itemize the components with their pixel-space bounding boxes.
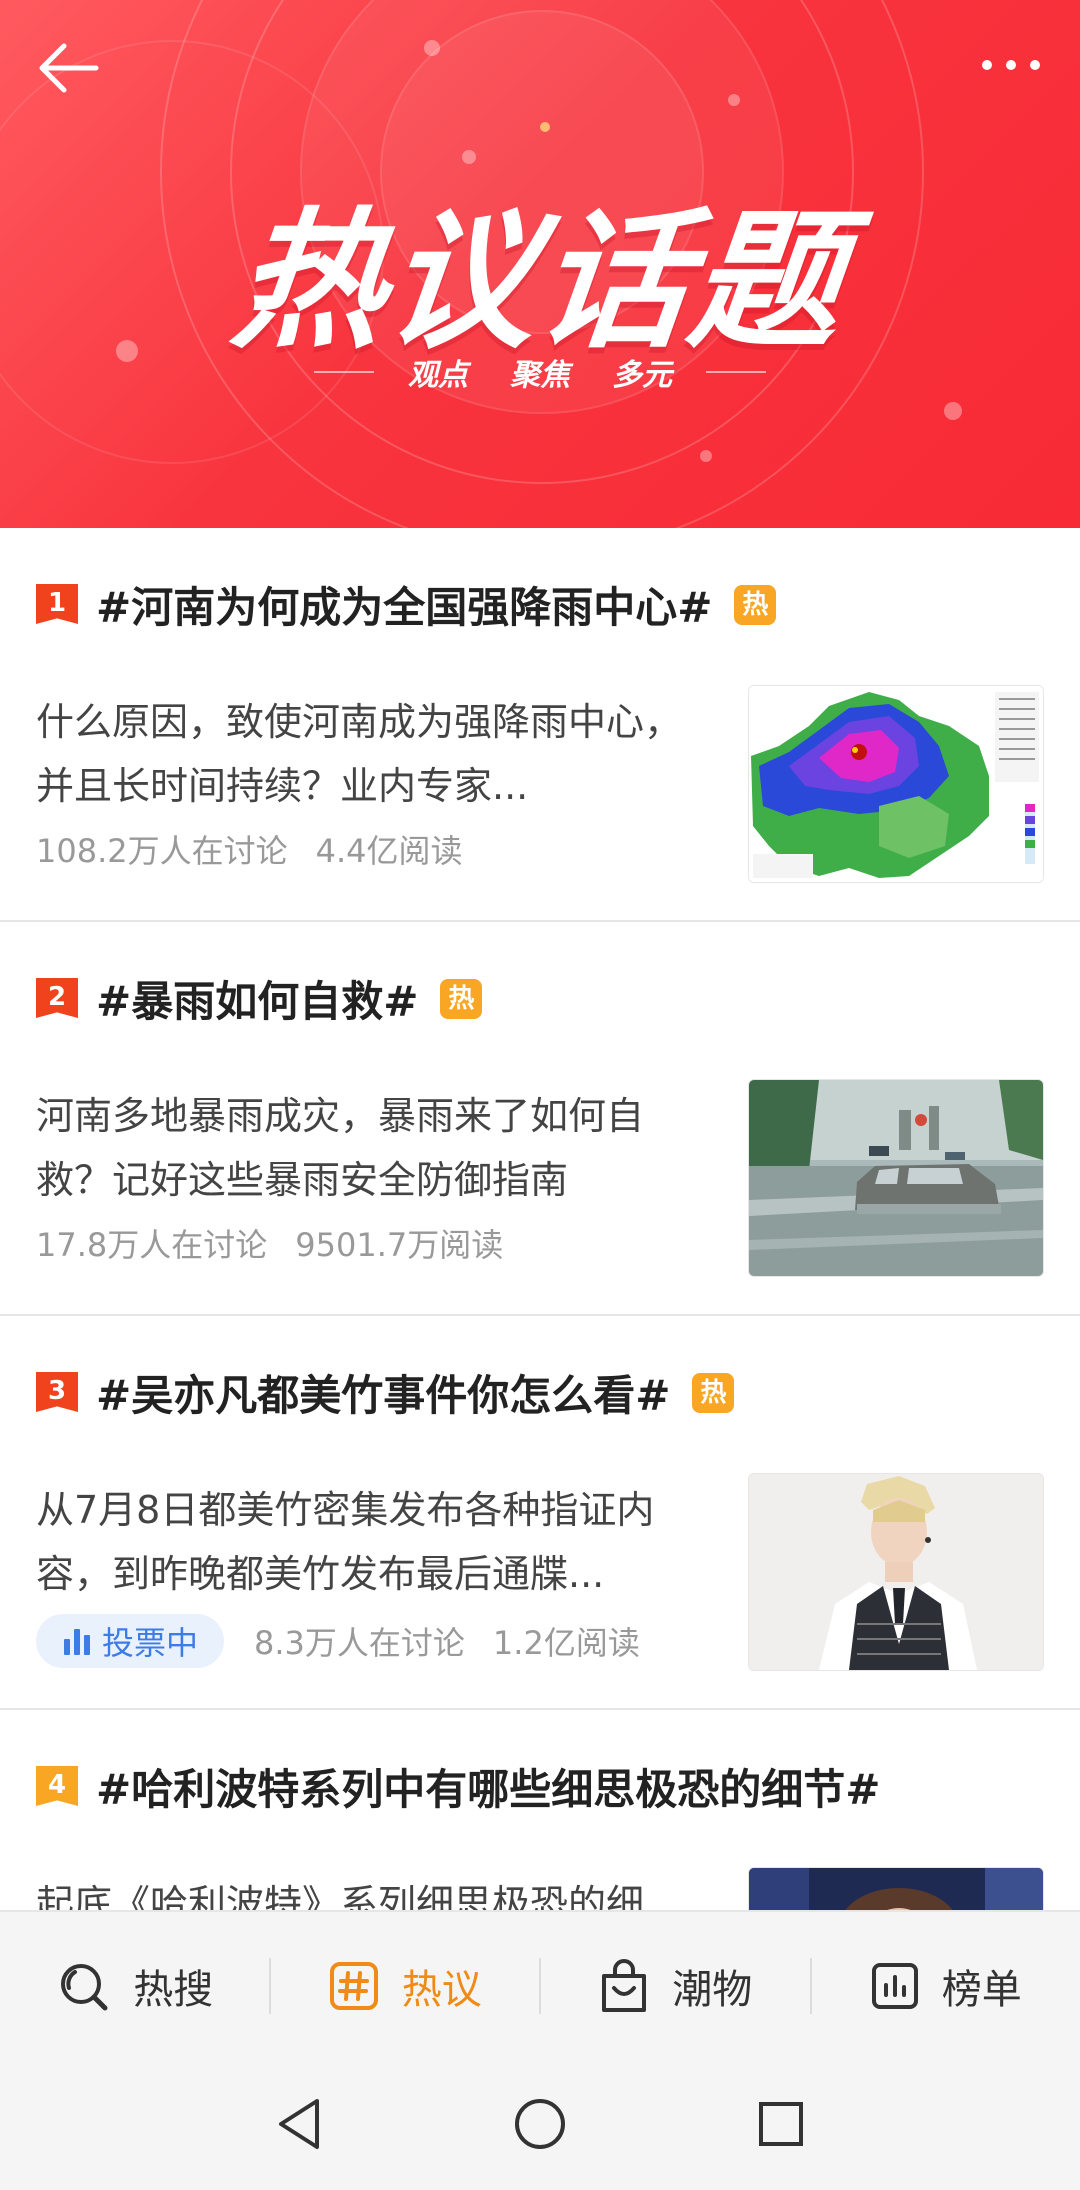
rank-badge: 2 [36,978,78,1018]
topic-stats: 17.8万人在讨论 9501.7万阅读 [36,1220,503,1266]
topic-description: 什么原因，致使河南成为强降雨中心，并且长时间持续？业内专家... [36,700,683,808]
back-button[interactable] [34,38,104,98]
topic-title-text: #河南为何成为全国强降雨中心# [96,583,713,632]
chart-icon [871,1963,918,2009]
flooded-street-image [749,1080,1043,1276]
topic-stats: 投票中 8.3万人在讨论 1.2亿阅读 [36,1614,640,1668]
hot-badge: 热 [440,978,483,1019]
topic-title[interactable]: #哈利波特系列中有哪些细思极恐的细节# [96,1756,880,1817]
vote-status-label: 投票中 [102,1624,199,1662]
read-count: 9501.7万阅读 [295,1226,504,1264]
tab-label: 潮物 [672,1967,753,2013]
banner-dot [424,40,440,56]
rainfall-map-thumbnail[interactable] [748,685,1044,883]
discuss-count: 108.2万人在讨论 [36,832,288,870]
topic-description: 河南多地暴雨成灾，暴雨来了如何自救？记好这些暴雨安全防御指南 [36,1094,645,1202]
topic-title-text: #哈利波特系列中有哪些细思极恐的细节# [96,1765,881,1814]
back-arrow-icon [39,43,99,93]
subtitle-word: 聚焦 [510,358,570,393]
person-portrait-image [749,1474,1043,1670]
more-dot-icon [1006,60,1016,70]
topic-item[interactable]: 1 #河南为何成为全国强降雨中心# 热 什么原因，致使河南成为强降雨中心，并且长… [0,528,1080,922]
topic-stats: 108.2万人在讨论 4.4亿阅读 [36,826,463,872]
rank-badge: 1 [36,584,78,624]
shopping-bag-icon [602,1959,647,2012]
topic-title[interactable]: #河南为何成为全国强降雨中心# 热 [96,574,777,635]
subtitle-word: 观点 [408,358,468,393]
banner-dot [700,450,712,462]
hot-search-icon [61,1964,108,2011]
tab-label: 榜单 [941,1967,1022,2013]
flooded-street-thumbnail[interactable] [748,1079,1044,1277]
read-count: 4.4亿阅读 [315,832,463,870]
hot-badge: 热 [734,584,777,625]
topic-description: 从7月8日都美竹密集发布各种指证内容，到昨晚都美竹发布最后通牒... [36,1488,655,1596]
system-recents-icon[interactable] [757,2100,805,2148]
subtitle-divider [706,371,766,373]
banner-dot [728,94,740,106]
topic-title[interactable]: #吴亦凡都美竹事件你怎么看# 热 [96,1362,735,1423]
topic-title-text: #暴雨如何自救# [96,977,419,1026]
system-back-icon[interactable] [275,2097,323,2151]
topic-item[interactable]: 3 #吴亦凡都美竹事件你怎么看# 热 从7月8日都美竹密集发布各种指证内容，到昨… [0,1316,1080,1710]
banner-dot [540,122,550,132]
topic-item[interactable]: 2 #暴雨如何自救# 热 河南多地暴雨成灾，暴雨来了如何自救？记好这些暴雨安全防… [0,922,1080,1316]
page-title: 热议话题 [225,195,852,369]
bottom-tab-bar: 热搜 热议 潮物 榜单 [0,1910,1080,2060]
person-portrait-thumbnail[interactable] [748,1473,1044,1671]
more-dot-icon [1030,60,1040,70]
subtitle-divider [314,371,374,373]
banner-subtitle: 观点 聚焦 多元 [0,352,1080,393]
header-banner: 热议话题 观点 聚焦 多元 [0,0,1080,528]
tab-rankings[interactable]: 榜单 [812,1957,1080,2015]
banner-dot [944,402,962,420]
subtitle-word: 多元 [612,358,672,393]
system-home-icon[interactable] [513,2097,567,2151]
topic-list: 1 #河南为何成为全国强降雨中心# 热 什么原因，致使河南成为强降雨中心，并且长… [0,528,1080,2102]
vote-status-badge[interactable]: 投票中 [36,1614,225,1668]
tab-hot-search[interactable]: 热搜 [0,1957,269,2015]
discuss-count: 17.8万人在讨论 [36,1226,268,1264]
system-navigation-bar [0,2058,1080,2190]
topic-title-text: #吴亦凡都美竹事件你怎么看# [96,1371,671,1420]
hot-badge: 热 [692,1372,735,1413]
discuss-count: 8.3万人在讨论 [254,1624,465,1662]
more-options-button[interactable] [976,48,1046,82]
tab-hot-topics[interactable]: 热议 [271,1957,540,2015]
more-dot-icon [982,60,992,70]
tab-trendy-goods[interactable]: 潮物 [541,1957,810,2015]
rainfall-map-image [749,686,1043,882]
tab-label: 热议 [401,1967,482,2013]
tab-label: 热搜 [133,1967,214,2013]
read-count: 1.2亿阅读 [492,1624,640,1662]
hashtag-icon [329,1962,378,2010]
rank-badge: 3 [36,1372,78,1412]
topic-title[interactable]: #暴雨如何自救# 热 [96,968,483,1029]
bar-chart-icon [64,1629,90,1655]
rank-badge: 4 [36,1766,78,1806]
